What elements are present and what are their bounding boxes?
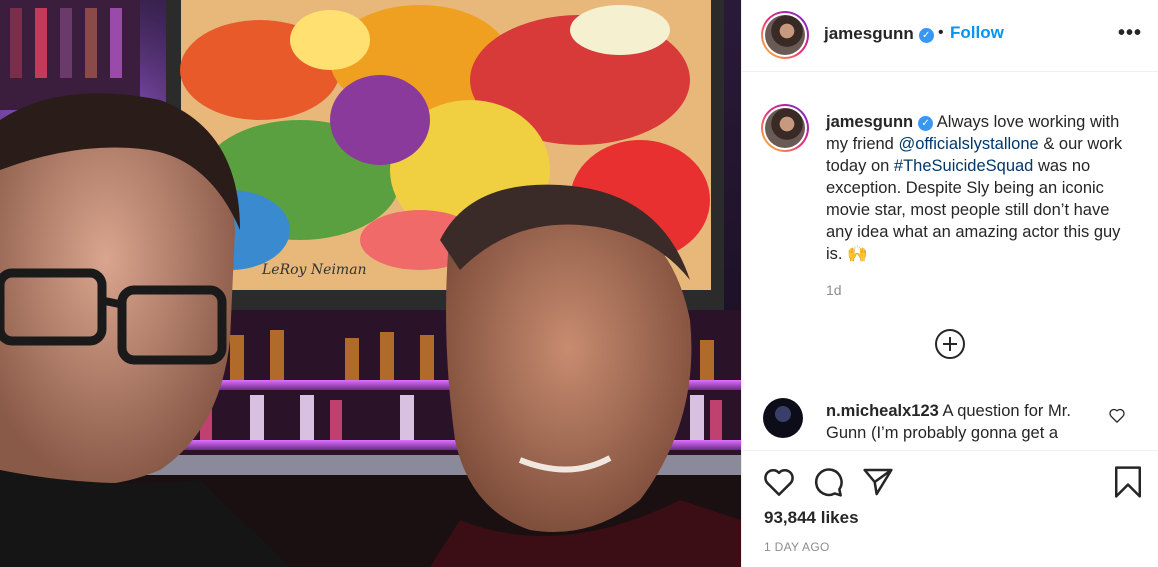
paper-plane-icon[interactable] <box>862 466 894 498</box>
comment-text: n.michealx123 A question for Mr. Gunn (I… <box>826 400 1106 444</box>
post-date[interactable]: 1 DAY AGO <box>764 540 830 554</box>
post-header: jamesgunn ✓ • Follow ••• <box>742 0 1158 72</box>
comment-icon[interactable] <box>812 466 844 498</box>
caption-username[interactable]: jamesgunn <box>826 113 913 131</box>
post-photo[interactable]: LeRoy Neiman <box>0 0 741 567</box>
likes-count[interactable]: 93,844 likes <box>764 508 859 528</box>
comment-item: n.michealx123 A question for Mr. Gunn (I… <box>742 392 1158 450</box>
caption-text: jamesgunn ✓ Always love working with my f… <box>826 111 1126 265</box>
author-username-text[interactable]: jamesgunn <box>824 24 914 43</box>
more-options-icon[interactable]: ••• <box>1118 22 1142 45</box>
commenter-avatar[interactable] <box>763 398 803 438</box>
post-photo-image: LeRoy Neiman <box>0 0 741 567</box>
header-separator: • <box>938 24 944 41</box>
caption-verified-badge-icon: ✓ <box>918 116 934 131</box>
author-avatar[interactable] <box>761 11 809 59</box>
painting-signature: LeRoy Neiman <box>261 262 367 278</box>
caption-mention-link[interactable]: @officialslystallone <box>898 135 1038 153</box>
follow-button[interactable]: Follow <box>950 23 1004 43</box>
heart-icon[interactable] <box>763 467 795 497</box>
comment-like-heart-icon[interactable] <box>1109 408 1125 423</box>
caption-emoji: 🙌 <box>847 245 868 263</box>
post-actions: 93,844 likes 1 DAY AGO <box>742 450 1158 567</box>
load-more-comments-icon[interactable] <box>935 329 965 359</box>
bookmark-icon[interactable] <box>1113 465 1143 499</box>
verified-badge-icon: ✓ <box>918 28 934 43</box>
commenter-username[interactable]: n.michealx123 <box>826 402 939 420</box>
caption-author-avatar[interactable] <box>761 104 809 152</box>
post-side-panel: jamesgunn ✓ • Follow ••• jamesgunn ✓ Alway… <box>741 0 1158 567</box>
caption-timestamp[interactable]: 1d <box>826 282 842 298</box>
author-username[interactable]: jamesgunn ✓ <box>824 24 934 44</box>
caption-hashtag-link[interactable]: #TheSuicideSquad <box>894 157 1033 175</box>
